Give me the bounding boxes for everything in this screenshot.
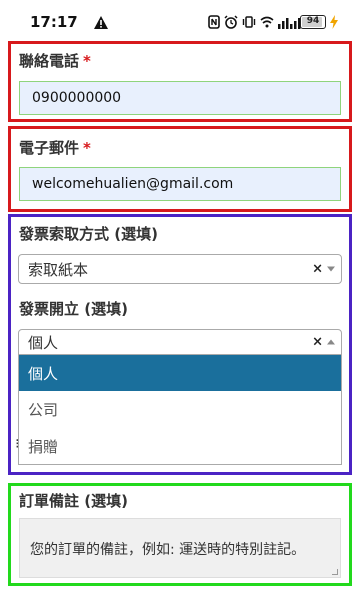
nfc-icon [208,15,220,29]
clear-icon[interactable]: × [312,262,323,277]
order-notes-placeholder: 您的訂單的備註，例如: 運送時的特別註記。 [30,542,306,558]
email-field[interactable]: welcomehualien@gmail.com [19,167,341,201]
chevron-down-icon[interactable] [327,266,335,272]
signal-icon [278,15,302,29]
order-notes-label: 訂單備註 (選填) [19,492,128,510]
email-label-text: 電子郵件 [19,139,80,157]
charging-icon [330,14,338,33]
dropdown-option[interactable]: 公司 [19,391,341,428]
invoice-retrieval-select[interactable]: 索取紙本 × [18,254,342,284]
email-label: 電子郵件 * [19,137,91,158]
phone-label-text: 聯絡電話 [19,52,80,70]
wifi-icon [260,15,274,29]
invoice-retrieval-value: 索取紙本 [28,260,89,279]
dropdown-option[interactable]: 捐贈 [19,428,341,465]
dropdown-option[interactable]: 個人 [19,355,341,391]
invoice-issuance-dropdown: 個人 公司 捐贈 [18,355,342,465]
resize-handle-icon[interactable] [332,569,338,575]
order-notes-textarea[interactable]: 您的訂單的備註，例如: 運送時的特別註記。 [19,518,341,578]
chevron-up-icon[interactable] [327,339,335,345]
vibrate-icon [242,15,256,29]
clear-icon[interactable]: × [312,335,323,350]
required-mark: * [83,139,91,157]
invoice-issuance-value: 個人 [28,333,59,352]
status-time: 17:17 [30,13,78,31]
required-mark: * [83,52,91,70]
phone-field[interactable]: 0900000000 [19,81,341,115]
invoice-retrieval-label: 發票索取方式 (選填) [19,225,158,243]
warning-icon [94,14,108,33]
battery-icon: 94 [300,15,326,29]
status-icons [208,12,302,32]
invoice-issuance-select[interactable]: 個人 × [18,329,342,355]
phone-label: 聯絡電話 * [19,50,91,71]
battery-level: 94 [306,16,320,26]
alarm-icon [224,15,238,29]
status-bar: 17:17 94 [0,0,360,44]
invoice-issuance-label: 發票開立 (選填) [19,300,128,318]
